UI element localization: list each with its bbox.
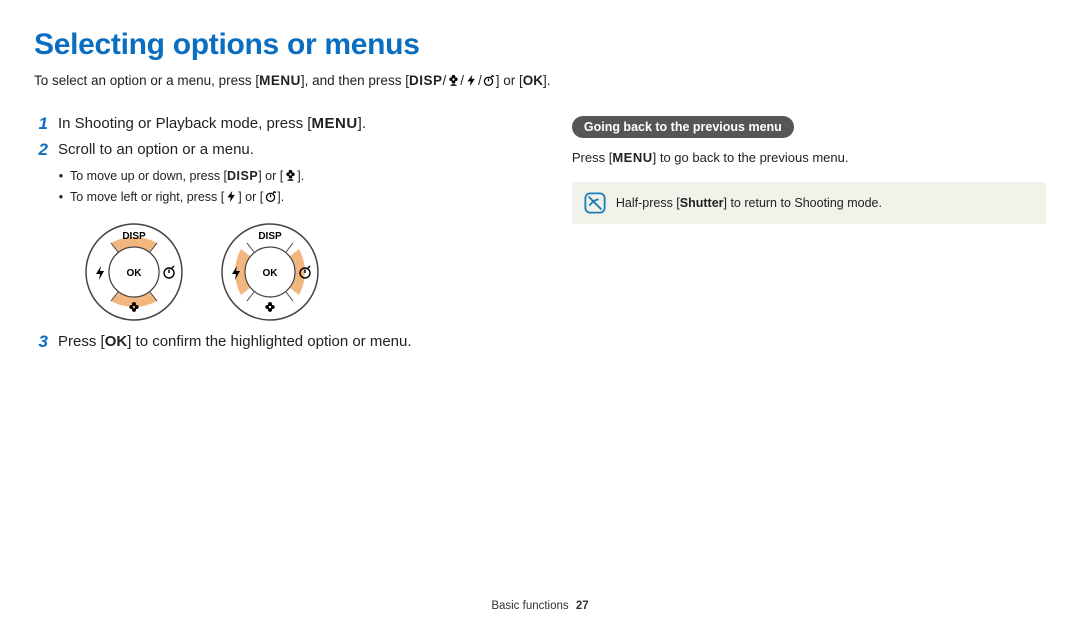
step-1: 1 In Shooting or Playback mode, press [M… — [34, 114, 532, 134]
text: In Shooting or Playback mode, press [ — [58, 115, 311, 132]
flower-icon — [283, 168, 297, 182]
disp-label: DISP — [122, 231, 146, 242]
note-icon — [584, 192, 606, 214]
timer-icon — [263, 189, 277, 203]
step-number: 1 — [34, 114, 48, 134]
footer-section: Basic functions — [491, 600, 568, 612]
timer-icon — [482, 74, 496, 88]
dial-horizontal: DISP OK — [220, 222, 320, 322]
text: ], and then press [ — [301, 73, 409, 88]
disp-key: DISP — [227, 169, 258, 183]
disp-label: DISP — [258, 231, 282, 242]
manual-page: Selecting options or menus To select an … — [0, 0, 1080, 630]
step-text: In Shooting or Playback mode, press [MEN… — [58, 114, 366, 134]
text: To move left or right, press [ — [70, 190, 224, 204]
menu-key: MENU — [311, 115, 357, 132]
flower-icon — [446, 74, 460, 88]
disp-key: DISP — [409, 73, 443, 88]
flash-icon — [464, 74, 478, 88]
step-number: 3 — [34, 332, 48, 352]
text: Half-press [ — [616, 196, 680, 210]
ok-label: OK — [263, 268, 279, 279]
note-box: Half-press [Shutter] to return to Shooti… — [572, 182, 1046, 224]
page-title: Selecting options or menus — [34, 28, 1046, 62]
text: ] or [ — [238, 190, 263, 204]
bullet-dot: • — [58, 187, 64, 208]
bullet-2: • To move left or right, press [ ] or []. — [58, 187, 532, 208]
text: To select an option or a menu, press [ — [34, 73, 259, 88]
ok-label: OK — [127, 268, 143, 279]
sub-header: Going back to the previous menu — [572, 116, 794, 138]
page-footer: Basic functions 27 — [0, 600, 1080, 612]
menu-key: MENU — [612, 150, 652, 165]
footer-page: 27 — [576, 600, 589, 612]
right-paragraph: Press [MENU] to go back to the previous … — [572, 148, 1046, 169]
ok-key: OK — [523, 73, 543, 88]
text: ]. — [297, 169, 304, 183]
text: Press [ — [572, 150, 612, 165]
dial-diagrams: DISP OK — [84, 222, 532, 322]
text: ] to confirm the highlighted option or m… — [127, 333, 411, 350]
shutter-key: Shutter — [680, 196, 724, 210]
step-text: Press [OK] to confirm the highlighted op… — [58, 332, 412, 352]
left-column: 1 In Shooting or Playback mode, press [M… — [34, 114, 532, 359]
text: Press [ — [58, 333, 105, 350]
text: ]. — [358, 115, 366, 132]
step-number: 2 — [34, 140, 48, 160]
bullet-list: • To move up or down, press [DISP] or []… — [58, 166, 532, 209]
step-3: 3 Press [OK] to confirm the highlighted … — [34, 332, 532, 352]
intro-line: To select an option or a menu, press [ME… — [34, 70, 1046, 92]
text: ] to return to Shooting mode. — [724, 196, 882, 210]
text: ]. — [543, 73, 551, 88]
right-column: Going back to the previous menu Press [M… — [572, 114, 1046, 359]
bullet-1: • To move up or down, press [DISP] or []… — [58, 166, 532, 187]
step-2: 2 Scroll to an option or a menu. — [34, 140, 532, 160]
ok-key: OK — [105, 333, 128, 350]
bullet-dot: • — [58, 166, 64, 187]
text: ] or [ — [496, 73, 523, 88]
text: ]. — [277, 190, 284, 204]
note-text: Half-press [Shutter] to return to Shooti… — [616, 196, 882, 210]
step-text: Scroll to an option or a menu. — [58, 140, 254, 160]
text: To move up or down, press [DISP] or []. — [70, 166, 304, 187]
text: ] to go back to the previous menu. — [653, 150, 849, 165]
flash-icon — [224, 189, 238, 203]
menu-key: MENU — [259, 73, 301, 88]
columns: 1 In Shooting or Playback mode, press [M… — [34, 114, 1046, 359]
text: To move left or right, press [ ] or []. — [70, 187, 284, 208]
text: To move up or down, press [ — [70, 169, 227, 183]
text: ] or [ — [258, 169, 283, 183]
dial-vertical: DISP OK — [84, 222, 184, 322]
